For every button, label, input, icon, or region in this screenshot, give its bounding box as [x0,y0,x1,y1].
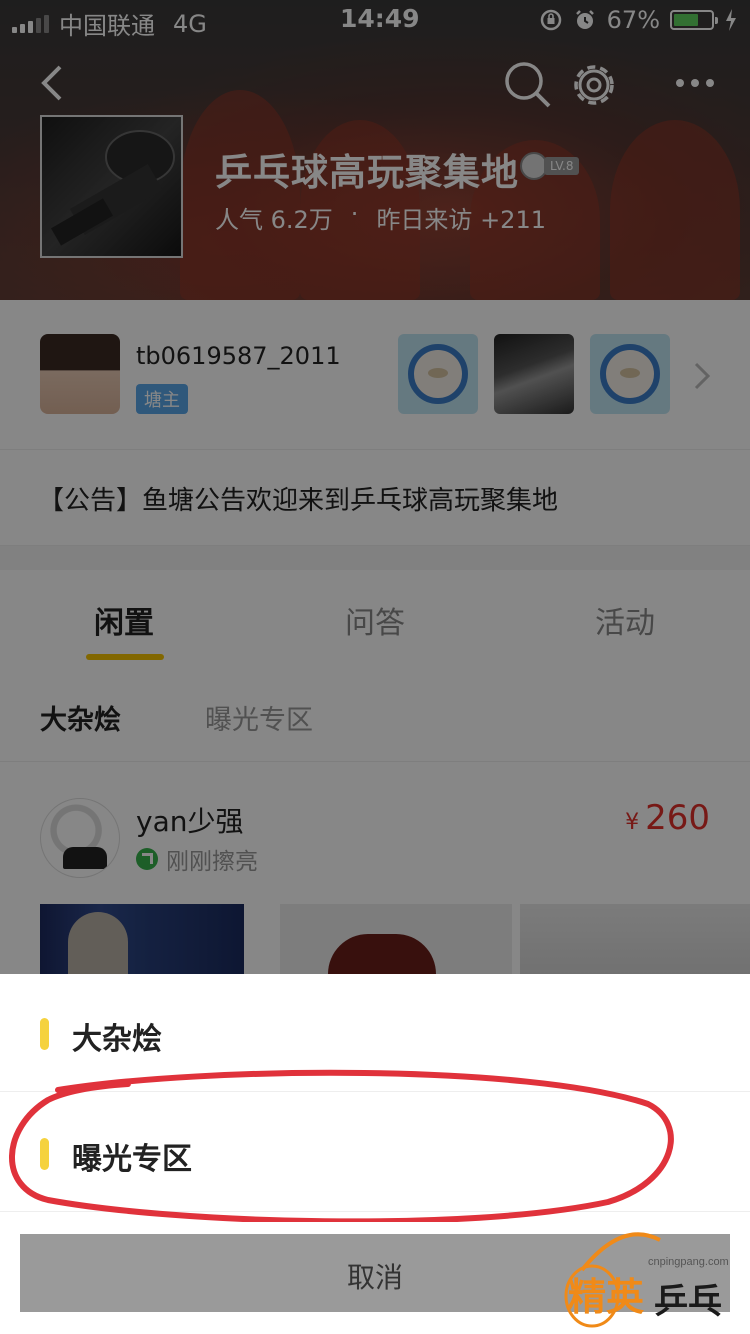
sheet-option-exposure[interactable]: 曝光专区 [0,1094,750,1212]
site-watermark: cnpingpang.com 精英 乒乓网 [562,1230,750,1334]
watermark-url: cnpingpang.com [648,1256,729,1268]
watermark-logo-b: 乒乓网 [654,1282,722,1334]
sheet-option-misc[interactable]: 大杂烩 [0,974,750,1092]
option-marker [40,1138,49,1170]
sheet-option-label: 曝光专区 [72,1142,192,1177]
option-marker [40,1018,49,1050]
sheet-option-label: 大杂烩 [72,1022,162,1057]
modal-backdrop[interactable] [0,0,750,974]
watermark-logo-a: 精英 [568,1275,645,1319]
